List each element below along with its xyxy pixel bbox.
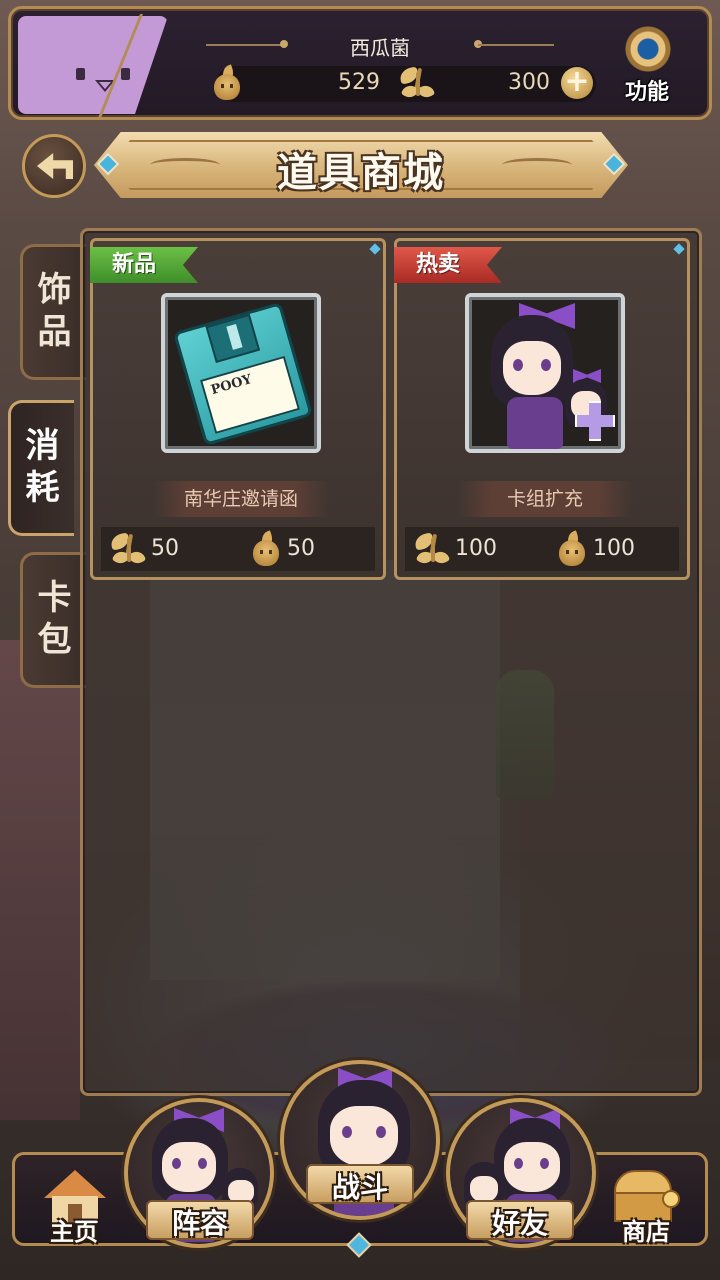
- spirit-price-icon: [251, 530, 281, 566]
- spirit-price: 100: [593, 536, 635, 561]
- tab-accessories-char1: 饰: [37, 270, 72, 310]
- butterfly-currency-value: 300: [508, 70, 550, 95]
- tab-consumables-char2: 耗: [25, 468, 60, 508]
- floppy-label: POOY: [200, 355, 301, 434]
- username: 西瓜菌: [350, 36, 410, 60]
- back-button[interactable]: [22, 134, 86, 198]
- tab-card-packs[interactable]: 卡 包: [20, 552, 86, 688]
- spirit-price-icon: [557, 530, 587, 566]
- nav-home-label: 主页: [50, 1218, 98, 1246]
- nav-lineup-label: 阵容: [171, 1207, 228, 1240]
- tab-consumables-char1: 消: [25, 426, 60, 466]
- page-title: 道具商城: [277, 150, 445, 196]
- price-bar: 50 50: [101, 527, 375, 571]
- card-corner-gem: [673, 243, 685, 255]
- tab-card-packs-char2: 包: [37, 620, 72, 660]
- shop-item-card[interactable]: 新品 POOY 南华庄邀请函 50 50: [90, 238, 386, 580]
- gear-icon: [625, 26, 671, 72]
- hot-badge: 热卖: [394, 247, 502, 283]
- butterfly-price-icon: [413, 532, 453, 567]
- avatar-left-eye: [76, 68, 85, 80]
- card-corner-gem: [369, 243, 381, 255]
- spirit-currency-icon: [212, 64, 242, 100]
- function-label: 功能: [624, 80, 669, 105]
- floppy-disk-icon: POOY: [172, 301, 314, 447]
- butterfly-price-icon: [109, 532, 149, 567]
- back-arrow-icon: [37, 153, 73, 179]
- item-image-frame: [465, 293, 625, 453]
- item-name: 南华庄邀请函: [153, 481, 329, 517]
- tab-accessories[interactable]: 饰 品: [20, 244, 86, 380]
- add-currency-button[interactable]: +: [561, 67, 593, 99]
- butterfly-price: 50: [151, 536, 179, 561]
- username-deco-dot: [280, 40, 288, 48]
- shop-item-card[interactable]: 热卖 卡组扩充 100 100: [394, 238, 690, 580]
- item-name: 卡组扩充: [457, 481, 633, 517]
- item-image-frame: POOY: [161, 293, 321, 453]
- price-bar: 100 100: [405, 527, 679, 571]
- butterfly-currency-icon: [398, 66, 438, 101]
- tab-consumables[interactable]: 消 耗: [8, 400, 74, 536]
- username-deco-left: [206, 44, 282, 46]
- nav-shop-label: 商店: [622, 1218, 670, 1246]
- spirit-price: 50: [287, 536, 315, 561]
- spirit-currency-value: 529: [338, 70, 380, 95]
- background-pillar: [0, 640, 80, 1120]
- username-deco-right: [478, 44, 554, 46]
- butterfly-price: 100: [455, 536, 497, 561]
- tab-card-packs-char1: 卡: [37, 578, 72, 618]
- nav-friends-label: 好友: [491, 1207, 548, 1240]
- deck-expand-character-icon: [469, 297, 621, 449]
- nav-battle-label: 战斗: [331, 1171, 388, 1204]
- tab-accessories-char2: 品: [37, 312, 72, 352]
- new-badge: 新品: [90, 247, 198, 283]
- function-button[interactable]: 功能: [612, 22, 682, 105]
